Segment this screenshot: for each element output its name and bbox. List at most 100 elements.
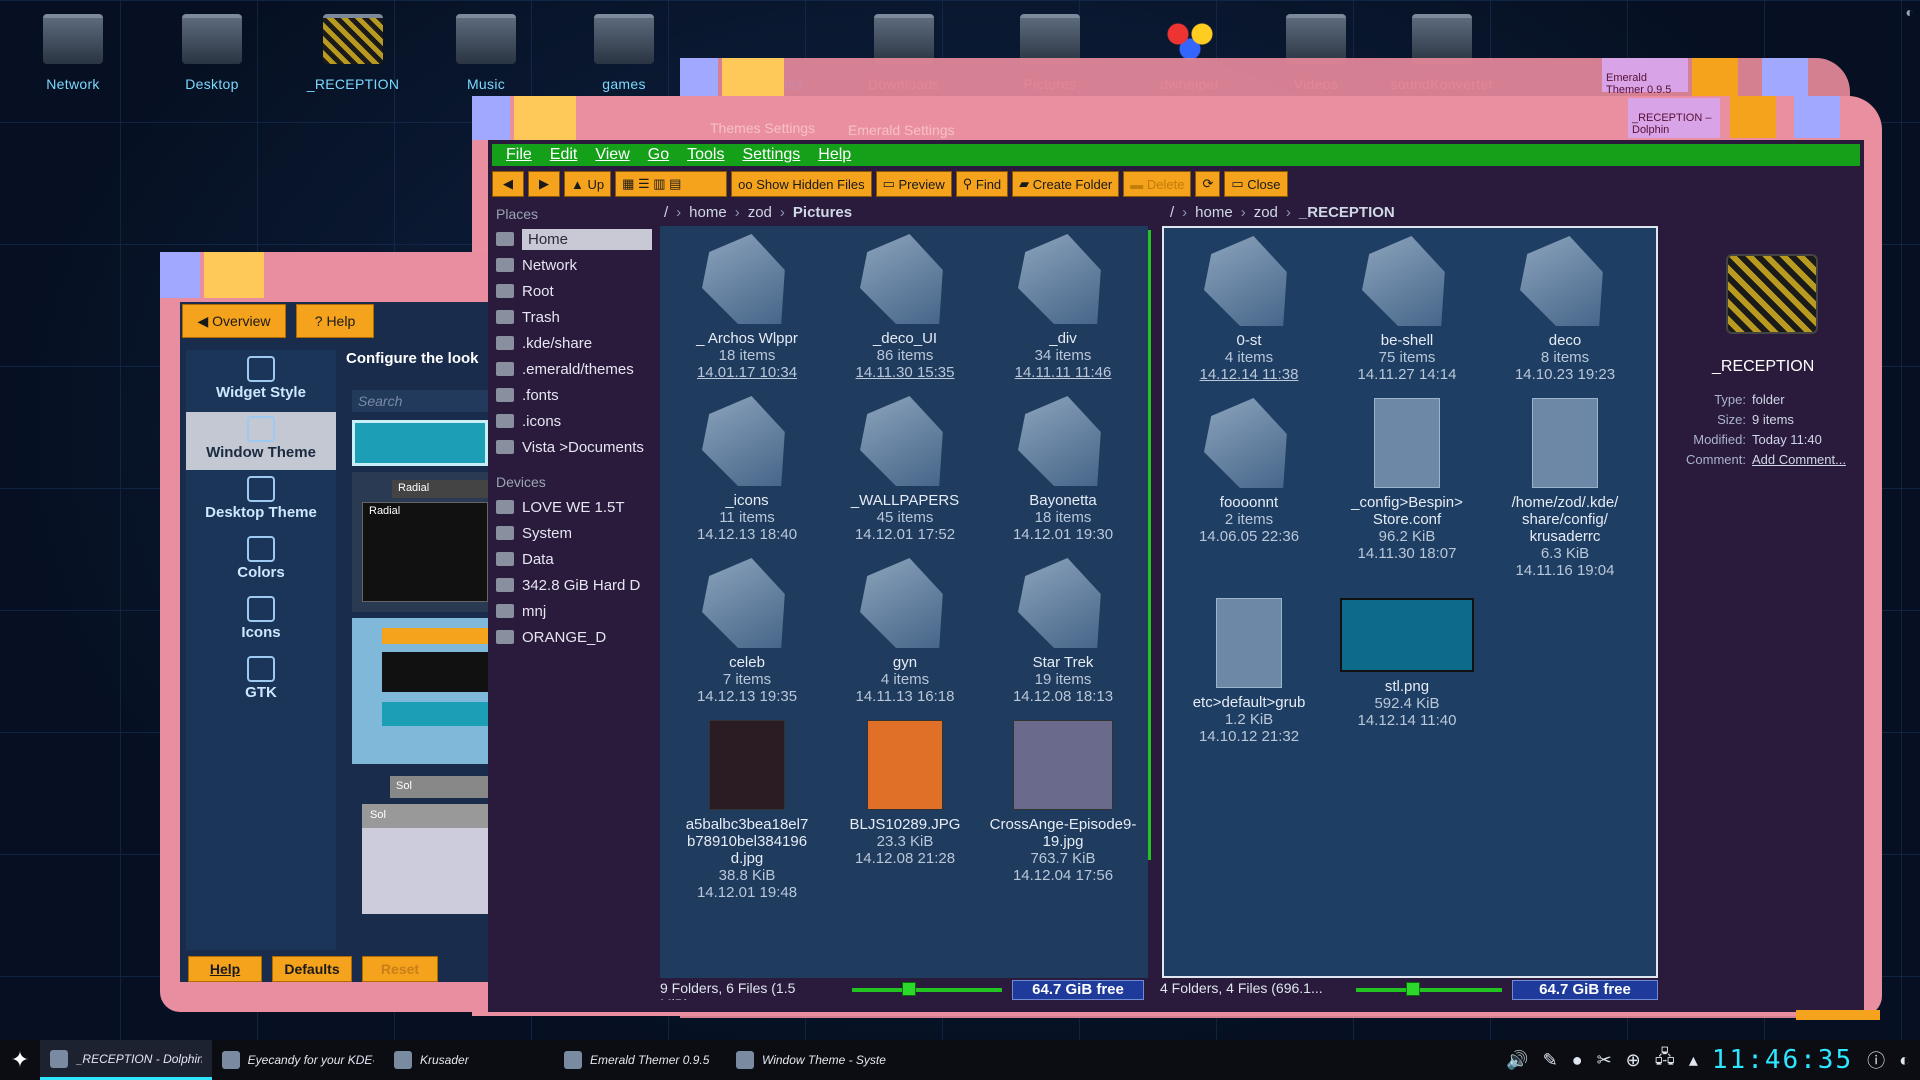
forward-button[interactable]: ▶ xyxy=(528,171,560,197)
info-icon[interactable]: ⓘ xyxy=(1867,1047,1885,1073)
add-comment-link[interactable]: Add Comment... xyxy=(1752,452,1846,467)
close-button[interactable]: ▭ Close xyxy=(1224,171,1288,197)
menu-tools[interactable]: Tools xyxy=(683,146,728,164)
circle-icon[interactable]: ● xyxy=(1572,1050,1583,1071)
crumb-segment[interactable]: zod xyxy=(748,204,772,221)
file-item[interactable]: _div 34 items 14.11.11 11:46 xyxy=(988,234,1138,381)
left-zoom-handle[interactable] xyxy=(902,982,916,996)
pen-icon[interactable]: ✎ xyxy=(1543,1050,1558,1071)
file-item[interactable]: deco 8 items 14.10.23 19:23 xyxy=(1490,236,1640,383)
preview-button[interactable]: ▭ Preview xyxy=(875,171,952,197)
file-item[interactable]: foooonnt 2 items 14.06.05 22:36 xyxy=(1174,398,1324,545)
device-item[interactable]: System xyxy=(492,520,660,546)
place-item[interactable]: .emerald/themes xyxy=(492,356,660,382)
menu-edit[interactable]: Edit xyxy=(546,146,582,164)
theme-preview-teal[interactable] xyxy=(352,420,488,466)
file-item[interactable]: _ Archos Wlppr 18 items 14.01.17 10:34 xyxy=(672,234,822,381)
task-button[interactable]: Eyecandy for your KDE- xyxy=(212,1040,384,1080)
create-folder-button[interactable]: ▰ Create Folder xyxy=(1012,171,1120,197)
crumb-segment[interactable]: home xyxy=(689,204,727,221)
file-item[interactable]: _icons 11 items 14.12.13 18:40 xyxy=(672,396,822,543)
file-item[interactable]: etc>default>grub 1.2 KiB 14.10.12 21:32 xyxy=(1174,598,1324,745)
file-item[interactable]: _config>Bespin> Store.conf 96.2 KiB 14.11.… xyxy=(1332,398,1482,562)
up-button[interactable]: ▲ Up xyxy=(564,171,612,197)
crumb-segment[interactable]: / xyxy=(664,204,668,221)
tab-themes-settings[interactable]: Themes Settings xyxy=(710,120,815,136)
file-item[interactable]: /home/zod/.kde/ share/config/ krusaderrc… xyxy=(1490,398,1640,579)
defaults-button[interactable]: Defaults xyxy=(272,956,352,982)
menu-file[interactable]: File xyxy=(502,146,536,164)
file-item[interactable]: Bayonetta 18 items 14.12.01 19:30 xyxy=(988,396,1138,543)
clock[interactable]: 11:46:35 xyxy=(1712,1045,1853,1075)
crumb-segment[interactable]: zod xyxy=(1254,204,1278,221)
cashew-icon[interactable]: ◐ xyxy=(1899,1050,1910,1071)
task-button[interactable]: Window Theme - Syste xyxy=(726,1040,896,1080)
theme-preview-lcars[interactable] xyxy=(352,618,488,764)
place-item[interactable]: Network xyxy=(492,252,660,278)
category-colors[interactable]: Colors xyxy=(186,532,336,590)
menu-settings[interactable]: Settings xyxy=(738,146,804,164)
device-item[interactable]: 342.8 GiB Hard D xyxy=(492,572,660,598)
file-item[interactable]: CrossAnge-Episode9-19.jpg 763.7 KiB 14.12.… xyxy=(988,720,1138,884)
desktop-icon-1[interactable]: Desktop xyxy=(152,14,272,92)
desktop-icon-3[interactable]: Music xyxy=(426,14,546,92)
device-item[interactable]: LOVE WE 1.5T xyxy=(492,494,660,520)
device-item[interactable]: mnj xyxy=(492,598,660,624)
search-input[interactable]: Search xyxy=(352,390,488,412)
place-item[interactable]: .kde/share xyxy=(492,330,660,356)
back-button[interactable]: ◀ xyxy=(492,171,524,197)
category-desktop-theme[interactable]: Desktop Theme xyxy=(186,472,336,530)
reset-button[interactable]: Reset xyxy=(362,956,438,982)
help-top-button[interactable]: ? Help xyxy=(296,304,374,338)
kde-launcher-icon[interactable]: ✦ xyxy=(0,1040,40,1080)
overview-button[interactable]: ◀ Overview xyxy=(182,304,286,338)
desktop-icon-0[interactable]: Network xyxy=(13,14,133,92)
globe-icon[interactable]: ⊕ xyxy=(1626,1050,1641,1071)
device-item[interactable]: ORANGE_D xyxy=(492,624,660,650)
theme-preview-sol[interactable]: Sol xyxy=(362,804,488,914)
task-button[interactable]: Krusader xyxy=(384,1040,554,1080)
category-gtk[interactable]: GTK xyxy=(186,652,336,710)
place-item[interactable]: Vista >Documents xyxy=(492,434,660,460)
right-zoom-slider[interactable] xyxy=(1356,988,1502,992)
file-item[interactable]: stl.png 592.4 KiB 14.12.14 11:40 xyxy=(1332,598,1482,729)
reload-button[interactable]: ⟳ xyxy=(1195,171,1221,197)
volume-icon[interactable]: 🔊 xyxy=(1506,1050,1528,1071)
category-widget-style[interactable]: Widget Style xyxy=(186,352,336,410)
category-window-theme[interactable]: Window Theme xyxy=(186,412,336,470)
place-item[interactable]: Home xyxy=(492,226,660,252)
device-item[interactable]: Data xyxy=(492,546,660,572)
place-item[interactable]: .icons xyxy=(492,408,660,434)
file-item[interactable]: a5balbc3bea18el7 b78910bel384196 d.jpg 38… xyxy=(672,720,822,901)
place-item[interactable]: Root xyxy=(492,278,660,304)
network-icon[interactable]: 🖧 xyxy=(1655,1045,1675,1075)
theme-preview-radial[interactable]: Radial Radial xyxy=(352,472,488,612)
crumb-segment[interactable]: / xyxy=(1170,204,1174,221)
view-mode-buttons[interactable]: ▦ ☰ ▥ ▤ xyxy=(615,171,728,197)
tray-arrow-icon[interactable]: ▴ xyxy=(1689,1050,1698,1071)
place-item[interactable]: .fonts xyxy=(492,382,660,408)
corner-indicator[interactable]: ◐ xyxy=(1906,4,1914,20)
breadcrumb-left[interactable]: / › home › zod › Pictures xyxy=(664,204,852,221)
file-item[interactable]: Star Trek 19 items 14.12.08 18:13 xyxy=(988,558,1138,705)
crumb-segment[interactable]: Pictures xyxy=(793,204,852,221)
find-button[interactable]: ⚲ Find xyxy=(955,171,1009,197)
breadcrumb-right[interactable]: / › home › zod › _RECEPTION xyxy=(1170,204,1395,221)
menu-go[interactable]: Go xyxy=(644,146,673,164)
left-scrollbar[interactable] xyxy=(1148,230,1151,860)
desktop-icon-2[interactable]: _RECEPTION xyxy=(293,14,413,92)
file-item[interactable]: 0-st 4 items 14.12.14 11:38 xyxy=(1174,236,1324,383)
file-item[interactable]: _deco_UI 86 items 14.11.30 15:35 xyxy=(830,234,980,381)
crumb-segment[interactable]: _RECEPTION xyxy=(1299,204,1395,221)
place-item[interactable]: Trash xyxy=(492,304,660,330)
delete-button[interactable]: ▬ Delete xyxy=(1123,171,1192,197)
file-item[interactable]: BLJS10289.JPG 23.3 KiB 14.12.08 21:28 xyxy=(830,720,980,867)
desktop-icon-4[interactable]: games xyxy=(564,14,684,92)
scissors-icon[interactable]: ✂ xyxy=(1597,1050,1612,1071)
left-file-pane[interactable]: _ Archos Wlppr 18 items 14.01.17 10:34 _dec… xyxy=(660,226,1148,978)
help-button[interactable]: Help xyxy=(188,956,262,982)
right-zoom-handle[interactable] xyxy=(1406,982,1420,996)
file-item[interactable]: celeb 7 items 14.12.13 19:35 xyxy=(672,558,822,705)
menu-help[interactable]: Help xyxy=(814,146,855,164)
file-item[interactable]: be-shell 75 items 14.11.27 14:14 xyxy=(1332,236,1482,383)
